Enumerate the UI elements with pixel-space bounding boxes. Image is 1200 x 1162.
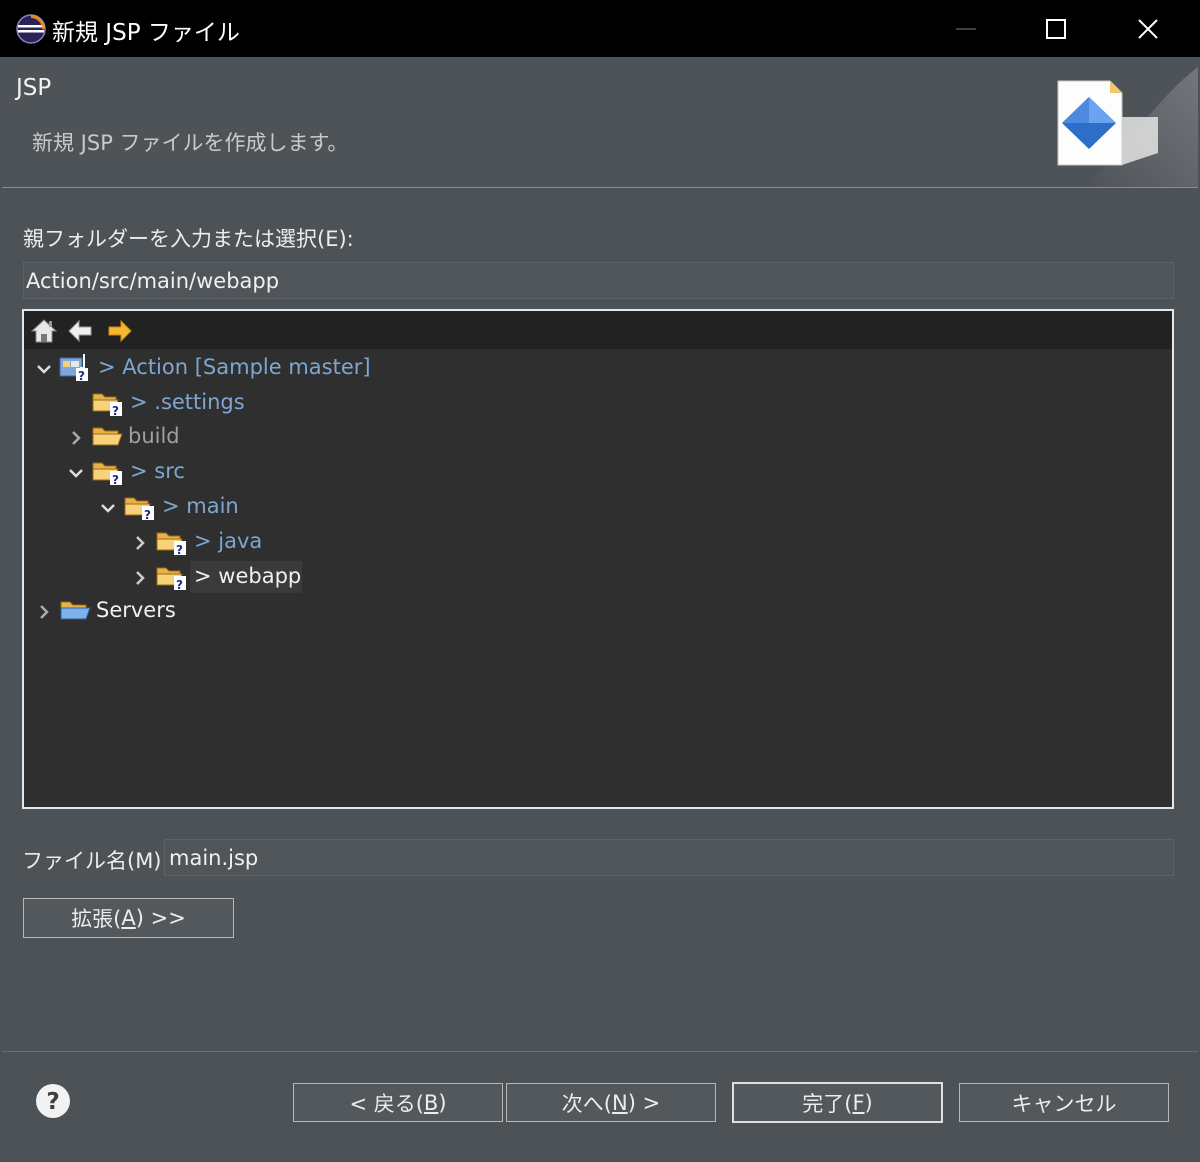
- finish-label-post: ): [864, 1090, 873, 1115]
- folder-tree[interactable]: ? > Action [Sample master] ? > .settings…: [22, 309, 1174, 809]
- project-icon: ?: [59, 354, 88, 382]
- svg-text:?: ?: [176, 543, 183, 556]
- next-button[interactable]: 次へ(N) >: [506, 1083, 716, 1122]
- tree-item-action[interactable]: ? > Action [Sample master]: [24, 352, 1172, 386]
- maximize-icon: [1046, 18, 1066, 39]
- folder-icon: [92, 427, 123, 446]
- back-arrow-icon[interactable]: [66, 317, 94, 345]
- cancel-button[interactable]: キャンセル: [959, 1083, 1169, 1122]
- eclipse-icon: [16, 14, 46, 44]
- page-description: 新規 JSP ファイルを作成します。: [32, 131, 349, 155]
- footer-separator: [2, 1051, 1198, 1052]
- tree-item-build[interactable]: build: [24, 421, 1172, 455]
- next-label-key: N: [612, 1090, 628, 1115]
- file-name-input[interactable]: [164, 839, 1174, 876]
- window-title: 新規 JSP ファイル: [52, 20, 240, 46]
- finish-button[interactable]: 完了(F): [732, 1082, 943, 1123]
- advanced-label-post: ) >>: [135, 906, 186, 930]
- tree-item-webapp[interactable]: ? > webapp: [24, 561, 1172, 595]
- tree-item-label: > main: [162, 494, 239, 518]
- parent-folder-input[interactable]: [23, 262, 1174, 299]
- advanced-label-pre: 拡張(: [71, 907, 122, 931]
- tree-item-label: > webapp: [194, 564, 302, 588]
- folder-unknown-icon: ?: [92, 393, 122, 417]
- svg-text:?: ?: [112, 404, 119, 417]
- home-icon[interactable]: [30, 317, 58, 345]
- chevron-right-icon[interactable]: [132, 570, 148, 586]
- tree-item-src[interactable]: ? > src: [24, 456, 1172, 490]
- next-label-post: ) >: [627, 1090, 661, 1115]
- chevron-down-icon[interactable]: [68, 465, 84, 481]
- forward-arrow-icon[interactable]: [106, 317, 134, 345]
- back-button[interactable]: < 戻る(B): [293, 1083, 503, 1122]
- close-icon: [1138, 18, 1158, 39]
- server-folder-icon: [60, 601, 91, 620]
- maximize-button[interactable]: [1010, 0, 1102, 57]
- tree-item-label: Servers: [96, 598, 176, 622]
- tree-item-settings[interactable]: ? > .settings: [24, 387, 1172, 421]
- svg-text:?: ?: [144, 508, 151, 521]
- chevron-down-icon[interactable]: [100, 500, 116, 516]
- tree-item-java[interactable]: ? > java: [24, 526, 1172, 560]
- back-label-pre: < 戻る(: [349, 1091, 424, 1116]
- tree-item-main[interactable]: ? > main: [24, 491, 1172, 525]
- chevron-right-icon[interactable]: [132, 535, 148, 551]
- chevron-down-icon[interactable]: [36, 361, 52, 377]
- folder-unknown-icon: ?: [156, 567, 186, 591]
- minimize-icon: [956, 27, 976, 30]
- svg-text:?: ?: [176, 578, 183, 591]
- title-bar: 新規 JSP ファイル: [0, 0, 1200, 57]
- help-icon[interactable]: ?: [34, 1082, 72, 1120]
- chevron-right-icon[interactable]: [68, 430, 84, 446]
- tree-item-label: > .settings: [130, 390, 245, 414]
- tree-item-servers[interactable]: Servers: [24, 595, 1172, 629]
- svg-text:?: ?: [78, 369, 85, 382]
- back-label-post: ): [438, 1090, 447, 1115]
- folder-unknown-icon: ?: [156, 532, 186, 556]
- chevron-right-icon[interactable]: [36, 604, 52, 620]
- tree-item-label: > Action [Sample master]: [98, 355, 371, 379]
- wizard-banner: JSP 新規 JSP ファイルを作成します。: [2, 57, 1198, 188]
- svg-text:?: ?: [46, 1089, 59, 1115]
- tree-toolbar: [24, 311, 1172, 349]
- close-button[interactable]: [1102, 0, 1194, 57]
- page-title: JSP: [16, 75, 52, 101]
- folder-unknown-icon: ?: [124, 497, 154, 521]
- folder-unknown-icon: ?: [92, 462, 122, 486]
- minimize-button[interactable]: [920, 0, 1012, 57]
- jsp-file-banner-icon: [1057, 67, 1198, 187]
- advanced-label-key: A: [121, 906, 136, 930]
- advanced-button[interactable]: 拡張(A) >>: [23, 898, 234, 938]
- tree-item-label: build: [128, 424, 180, 448]
- svg-text:?: ?: [112, 473, 119, 486]
- file-name-label: ファイル名(M):: [22, 849, 169, 873]
- finish-label-key: F: [852, 1090, 865, 1115]
- next-label-pre: 次へ(: [561, 1091, 612, 1116]
- cancel-label: キャンセル: [1011, 1091, 1117, 1116]
- parent-folder-label: 親フォルダーを入力または選択(E):: [23, 227, 354, 251]
- finish-label-pre: 完了(: [802, 1091, 853, 1116]
- tree-item-label: > src: [130, 459, 185, 483]
- back-label-key: B: [423, 1090, 439, 1115]
- tree-item-label: > java: [194, 529, 263, 553]
